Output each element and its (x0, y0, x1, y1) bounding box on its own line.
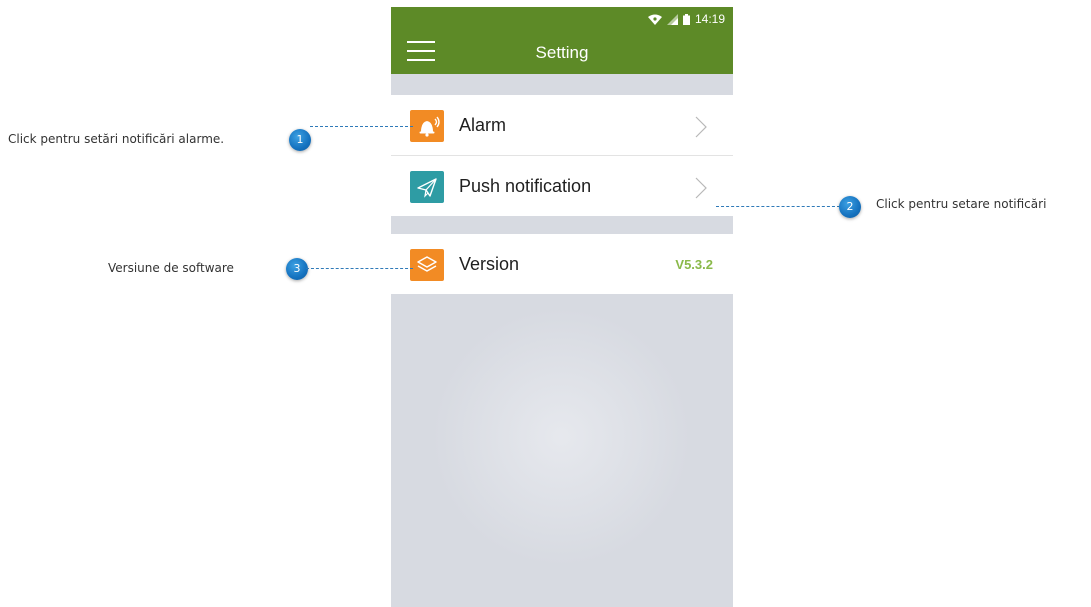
status-bar: 14:19 (647, 11, 725, 27)
alarm-bell-icon (410, 110, 444, 142)
layers-icon (410, 249, 444, 281)
signal-icon (666, 13, 678, 25)
settings-item-alarm[interactable]: Alarm (391, 95, 733, 155)
chevron-right-icon (695, 116, 707, 143)
alarm-label: Alarm (459, 115, 507, 135)
callout-3-badge: 3 (286, 258, 308, 280)
background-glow (431, 307, 691, 567)
callout-1-leader (310, 126, 413, 127)
settings-item-push-notification[interactable]: Push notification (391, 156, 733, 216)
paper-plane-icon (410, 171, 444, 203)
callout-3-leader (306, 268, 413, 269)
status-time: 14:19 (694, 12, 725, 26)
callout-1-text: Click pentru setări notificări alarme. (8, 132, 225, 146)
app-header: 14:19 Setting (391, 7, 733, 74)
callout-1-badge: 1 (289, 129, 311, 151)
battery-icon (682, 13, 690, 25)
callout-2-text: Click pentru setare notificări (876, 197, 1047, 211)
push-notification-label: Push notification (459, 176, 592, 196)
wifi-icon (647, 14, 662, 25)
chevron-right-icon (695, 177, 707, 204)
callout-2-leader (716, 206, 840, 207)
callout-3-text: Versiune de software (108, 261, 234, 275)
version-value: V5.3.2 (675, 257, 713, 272)
page-title: Setting (535, 43, 589, 62)
settings-item-version[interactable]: Version V5.3.2 (391, 234, 733, 294)
version-label: Version (459, 254, 520, 274)
phone-screen: 14:19 Setting Alarm Push notification Ve… (391, 7, 733, 607)
callout-2-badge: 2 (839, 196, 861, 218)
